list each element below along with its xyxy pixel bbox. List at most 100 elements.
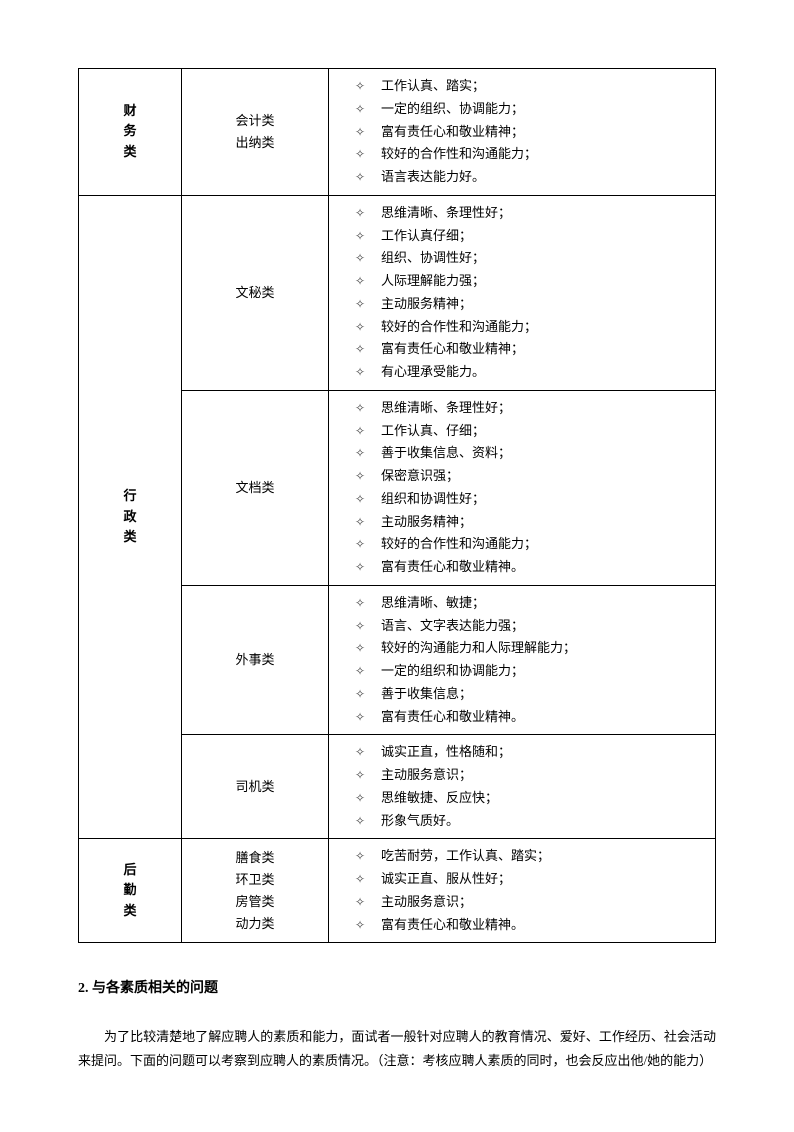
list-item: ✧一定的组织和协调能力； — [355, 660, 707, 683]
list-item: ✧形象气质好。 — [355, 810, 707, 833]
diamond-icon: ✧ — [355, 869, 367, 890]
list-item: ✧ 组织和协调性好； — [355, 488, 707, 511]
list-item: ✧思维清晰、条理性好； — [355, 202, 707, 225]
item-text: 人际理解能力强； — [381, 270, 485, 293]
item-text: 主动服务精神； — [381, 293, 472, 316]
items-cell: ✧工作认真、踏实； ✧一定的组织、协调能力； ✧富有责任心和敬业精神； ✧较好的… — [329, 69, 716, 196]
qualities-table: 财 务 类 会计类 出纳类 ✧工作认真、踏实； ✧ 一定的组织、协调能力； ✧ 富有… — [78, 68, 716, 943]
table-row: 行 政 类 文秘类 ✧思维清晰、条理性好； ✧工作认真仔细； ✧组织、协调性好；… — [79, 195, 716, 390]
item-text: 善于收集信息、资料； — [381, 442, 511, 465]
item-text: 主动服务意识； — [381, 764, 472, 787]
diamond-icon: ✧ — [355, 489, 367, 510]
item-text: 较好的合作性和沟通能力； — [381, 316, 537, 339]
page-content: 财 务 类 会计类 出纳类 ✧工作认真、踏实； ✧ 一定的组织、协调能力； ✧ 富有… — [0, 0, 794, 1132]
sub-label: 环卫类 — [190, 869, 320, 891]
list-item: ✧ 一定的组织、协调能力； — [355, 98, 707, 121]
item-text: 工作认真仔细； — [381, 225, 472, 248]
diamond-icon: ✧ — [355, 846, 367, 867]
item-text: 诚实正直，性格随和； — [381, 741, 511, 764]
diamond-icon: ✧ — [355, 534, 367, 555]
cat-char: 务 — [87, 121, 173, 142]
item-text: 组织和协调性好； — [381, 488, 485, 511]
sub-label: 司机类 — [190, 776, 320, 798]
diamond-icon: ✧ — [355, 638, 367, 659]
sub-label: 会计类 — [190, 110, 320, 132]
diamond-icon: ✧ — [355, 661, 367, 682]
cat-char: 类 — [87, 527, 173, 548]
cat-char: 勤 — [87, 880, 173, 901]
list-item: ✧主动服务精神； — [355, 511, 707, 534]
item-text: 思维清晰、敏捷； — [381, 592, 485, 615]
list-item: ✧善于收集信息、资料； — [355, 442, 707, 465]
subcategory-cell: 司机类 — [182, 735, 329, 839]
sub-label: 出纳类 — [190, 132, 320, 154]
diamond-icon: ✧ — [355, 144, 367, 165]
item-text: 富有责任心和敬业精神。 — [381, 706, 524, 729]
list-item: ✧ 思维清晰、敏捷； — [355, 592, 707, 615]
diamond-icon: ✧ — [355, 99, 367, 120]
items-cell: ✧思维清晰、敏捷； ✧语言、文字表达能力强； ✧较好的沟通能力和人际理解能力； … — [329, 585, 716, 735]
diamond-icon: ✧ — [355, 248, 367, 269]
diamond-icon: ✧ — [355, 765, 367, 786]
item-text: 主动服务意识； — [381, 891, 472, 914]
body-text: 为了比较清楚地了解应聘人的素质和能力，面试者一般针对应聘人的教育情况、爱好、工作… — [78, 1029, 716, 1067]
sub-label: 文秘类 — [190, 282, 320, 304]
cat-char: 财 — [87, 101, 173, 122]
diamond-icon: ✧ — [355, 616, 367, 637]
list-item: ✧ 有心理承受能力。 — [355, 361, 707, 384]
cat-char: 行 — [87, 486, 173, 507]
item-text: 有心理承受能力。 — [381, 361, 485, 384]
subcategory-cell: 膳食类 环卫类 房管类 动力类 — [182, 839, 329, 943]
item-text: 一定的组织、协调能力； — [381, 98, 524, 121]
cat-char: 后 — [87, 860, 173, 881]
sub-label: 房管类 — [190, 891, 320, 913]
item-text: 语言表达能力好。 — [381, 166, 485, 189]
list-item: ✧ 富有责任心和敬业精神。 — [355, 914, 707, 937]
diamond-icon: ✧ — [355, 707, 367, 728]
list-item: ✧组织、协调性好； — [355, 247, 707, 270]
list-item: ✧ 语言表达能力好。 — [355, 166, 707, 189]
list-item: ✧较好的合作性和沟通能力； — [355, 316, 707, 339]
diamond-icon: ✧ — [355, 915, 367, 936]
list-item: ✧富有责任心和敬业精神。 — [355, 556, 707, 579]
item-text: 思维敏捷、反应快； — [381, 787, 498, 810]
diamond-icon: ✧ — [355, 167, 367, 188]
section-heading: 2. 与各素质相关的问题 — [78, 977, 716, 997]
diamond-icon: ✧ — [355, 294, 367, 315]
diamond-icon: ✧ — [355, 742, 367, 763]
item-text: 富有责任心和敬业精神。 — [381, 914, 524, 937]
diamond-icon: ✧ — [355, 466, 367, 487]
subcategory-cell: 外事类 — [182, 585, 329, 735]
list-item: ✧诚实正直、服从性好； — [355, 868, 707, 891]
list-item: ✧思维敏捷、反应快； — [355, 787, 707, 810]
list-item: ✧ 主动服务意识； — [355, 764, 707, 787]
diamond-icon: ✧ — [355, 122, 367, 143]
diamond-icon: ✧ — [355, 362, 367, 383]
item-text: 吃苦耐劳，工作认真、踏实； — [381, 845, 550, 868]
item-text: 较好的合作性和沟通能力； — [381, 143, 537, 166]
list-item: ✧保密意识强； — [355, 465, 707, 488]
diamond-icon: ✧ — [355, 203, 367, 224]
list-item: ✧ 富有责任心和敬业精神。 — [355, 706, 707, 729]
list-item: ✧ 较好的合作性和沟通能力； — [355, 143, 707, 166]
list-item: ✧主动服务意识； — [355, 891, 707, 914]
list-item: ✧ 语言、文字表达能力强； — [355, 615, 707, 638]
cat-char: 类 — [87, 142, 173, 163]
diamond-icon: ✧ — [355, 593, 367, 614]
diamond-icon: ✧ — [355, 684, 367, 705]
items-cell: ✧吃苦耐劳，工作认真、踏实； ✧诚实正直、服从性好； ✧主动服务意识； ✧富有责… — [329, 839, 716, 943]
item-text: 语言、文字表达能力强； — [381, 615, 524, 638]
list-item: ✧思维清晰、条理性好； — [355, 397, 707, 420]
list-item: ✧ 吃苦耐劳，工作认真、踏实； — [355, 845, 707, 868]
item-text: 较好的沟通能力和人际理解能力； — [381, 637, 576, 660]
diamond-icon: ✧ — [355, 339, 367, 360]
diamond-icon: ✧ — [355, 811, 367, 832]
sub-label: 动力类 — [190, 913, 320, 935]
subcategory-cell: 会计类 出纳类 — [182, 69, 329, 196]
list-item: ✧工作认真、踏实； — [355, 75, 707, 98]
diamond-icon: ✧ — [355, 76, 367, 97]
sub-label: 外事类 — [190, 649, 320, 671]
item-text: 富有责任心和敬业精神。 — [381, 556, 524, 579]
category-cell: 后 勤 类 — [79, 839, 182, 943]
items-cell: ✧思维清晰、条理性好； ✧工作认真、仔细； ✧善于收集信息、资料； ✧保密意识强… — [329, 390, 716, 585]
